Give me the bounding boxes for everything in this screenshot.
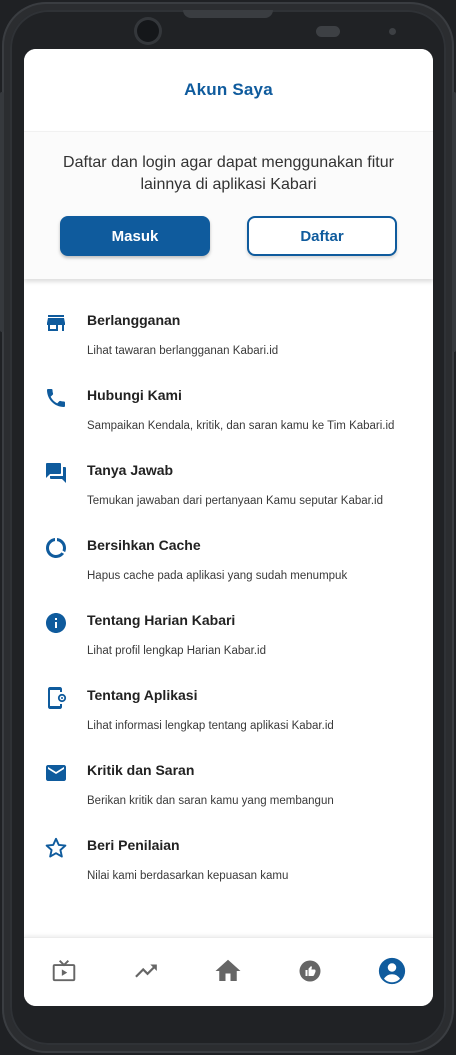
menu-subtitle: Nilai kami berdasarkan kepuasan kamu xyxy=(87,870,289,882)
menu-item-beri-penilaian[interactable]: Beri Penilaian Nilai kami berdasarkan ke… xyxy=(24,804,433,882)
nav-trending[interactable] xyxy=(131,956,161,986)
login-message: Daftar dan login agar dapat menggunakan … xyxy=(63,154,394,193)
tv-icon xyxy=(51,958,77,984)
menu-item-berlangganan[interactable]: Berlangganan Lihat tawaran berlangganan … xyxy=(24,279,433,357)
speaker-grille xyxy=(183,10,273,18)
trending-icon xyxy=(133,958,159,984)
sensor xyxy=(316,26,340,37)
phone-icon xyxy=(44,386,68,410)
front-camera xyxy=(137,20,159,42)
star-icon xyxy=(44,836,68,860)
masuk-button[interactable]: Masuk xyxy=(60,216,210,256)
nav-home[interactable] xyxy=(213,956,243,986)
menu-item-kritik-dan-saran[interactable]: Kritik dan Saran Berikan kritik dan sara… xyxy=(24,729,433,807)
mail-icon xyxy=(44,761,68,785)
thumb-icon xyxy=(298,959,322,983)
chat-icon xyxy=(44,461,68,485)
daftar-button[interactable]: Daftar xyxy=(247,216,397,256)
account-menu: Berlangganan Lihat tawaran berlangganan … xyxy=(24,279,433,882)
login-panel: Daftar dan login agar dapat menggunakan … xyxy=(24,131,433,279)
menu-item-tanya-jawab[interactable]: Tanya Jawab Temukan jawaban dari pertany… xyxy=(24,429,433,507)
info-icon xyxy=(44,611,68,635)
power-button xyxy=(452,92,456,352)
menu-item-tentang-harian-kabari[interactable]: Tentang Harian Kabari Lihat profil lengk… xyxy=(24,579,433,657)
home-icon xyxy=(213,956,243,986)
menu-title: Hubungi Kami xyxy=(87,387,182,403)
app-header: Akun Saya xyxy=(24,49,433,131)
page-title: Akun Saya xyxy=(184,80,273,99)
menu-title: Tanya Jawab xyxy=(87,462,174,478)
bottom-navigation xyxy=(24,937,433,1006)
sensor-dot xyxy=(389,28,396,35)
nav-tv[interactable] xyxy=(49,956,79,986)
menu-item-tentang-aplikasi[interactable]: Tentang Aplikasi Lihat informasi lengkap… xyxy=(24,654,433,732)
store-icon xyxy=(44,311,68,335)
menu-title: Tentang Harian Kabari xyxy=(87,612,236,628)
menu-title: Berlangganan xyxy=(87,312,181,328)
app-screen: Akun Saya Daftar dan login agar dapat me… xyxy=(24,49,433,1006)
login-buttons: Masuk Daftar xyxy=(24,216,433,256)
account-icon xyxy=(377,956,407,986)
nav-thumb[interactable] xyxy=(295,956,325,986)
menu-item-hubungi-kami[interactable]: Hubungi Kami Sampaikan Kendala, kritik, … xyxy=(24,354,433,432)
phone-settings-icon xyxy=(44,686,68,710)
menu-title: Bersihkan Cache xyxy=(87,537,201,553)
menu-title: Kritik dan Saran xyxy=(87,762,195,778)
menu-item-bersihkan-cache[interactable]: Bersihkan Cache Hapus cache pada aplikas… xyxy=(24,504,433,582)
donut-icon xyxy=(44,536,68,560)
menu-title: Beri Penilaian xyxy=(87,837,180,853)
menu-title: Tentang Aplikasi xyxy=(87,687,198,703)
volume-button xyxy=(0,92,4,332)
nav-account[interactable] xyxy=(377,956,407,986)
